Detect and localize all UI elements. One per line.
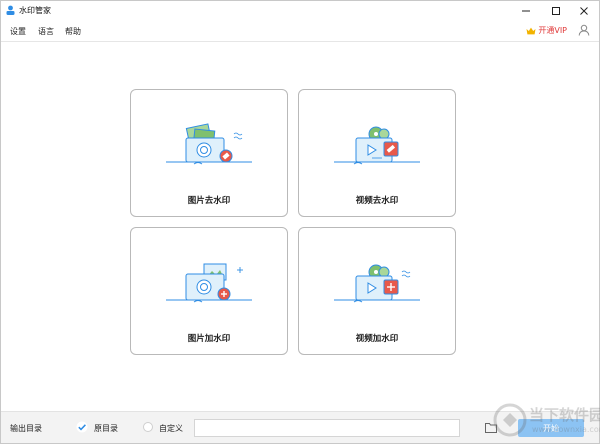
crown-icon (526, 27, 536, 34)
menu-help[interactable]: 帮助 (65, 26, 81, 37)
menu-bar: 设置 语言 帮助 开通VIP (1, 20, 599, 42)
video-add-watermark-icon (334, 264, 420, 303)
close-icon (580, 6, 588, 15)
vip-button[interactable]: 开通VIP (526, 25, 567, 36)
option-original-label[interactable]: 原目录 (94, 423, 118, 434)
output-bar: 输出目录 原目录 自定义 开始 (1, 411, 599, 443)
window-title: 水印管家 (19, 6, 51, 15)
photo-remove-watermark-card[interactable]: 图片去水印 (130, 89, 288, 217)
video-remove-watermark-card[interactable]: 视频去水印 (298, 89, 456, 217)
start-button[interactable]: 开始 (518, 419, 584, 437)
title-bar: 水印管家 (1, 1, 599, 20)
radio-original-checked-icon[interactable] (76, 421, 88, 433)
photo-remove-watermark-label: 图片去水印 (187, 196, 231, 206)
video-remove-watermark-icon (334, 126, 420, 165)
video-add-watermark-card[interactable]: 视频加水印 (298, 227, 456, 355)
output-path-input[interactable] (194, 419, 460, 437)
video-remove-watermark-label: 视频去水印 (355, 196, 399, 206)
menu-settings[interactable]: 设置 (10, 26, 26, 37)
photo-add-watermark-card[interactable]: 图片加水印 (130, 227, 288, 355)
minimize-icon (522, 10, 530, 11)
close-button[interactable] (569, 1, 599, 20)
photo-add-watermark-icon (166, 263, 252, 303)
option-custom-label[interactable]: 自定义 (159, 423, 183, 434)
maximize-icon (552, 6, 560, 15)
photo-remove-watermark-icon (166, 123, 252, 165)
vip-label: 开通VIP (538, 26, 567, 35)
menu-language[interactable]: 语言 (38, 26, 54, 37)
user-icon[interactable] (578, 24, 590, 36)
folder-icon[interactable] (485, 422, 497, 433)
maximize-button[interactable] (541, 1, 571, 20)
video-add-watermark-label: 视频加水印 (355, 334, 399, 344)
minimize-button[interactable] (511, 1, 541, 20)
photo-add-watermark-label: 图片加水印 (187, 334, 231, 344)
app-logo-icon (6, 5, 15, 15)
output-directory-label: 输出目录 (10, 424, 42, 433)
app-window: 水印管家 设置 语言 帮助 开通VIP 图片去水印 视频去水印 图片加水印 视频… (0, 0, 600, 444)
radio-custom-unchecked-icon[interactable] (142, 421, 154, 433)
